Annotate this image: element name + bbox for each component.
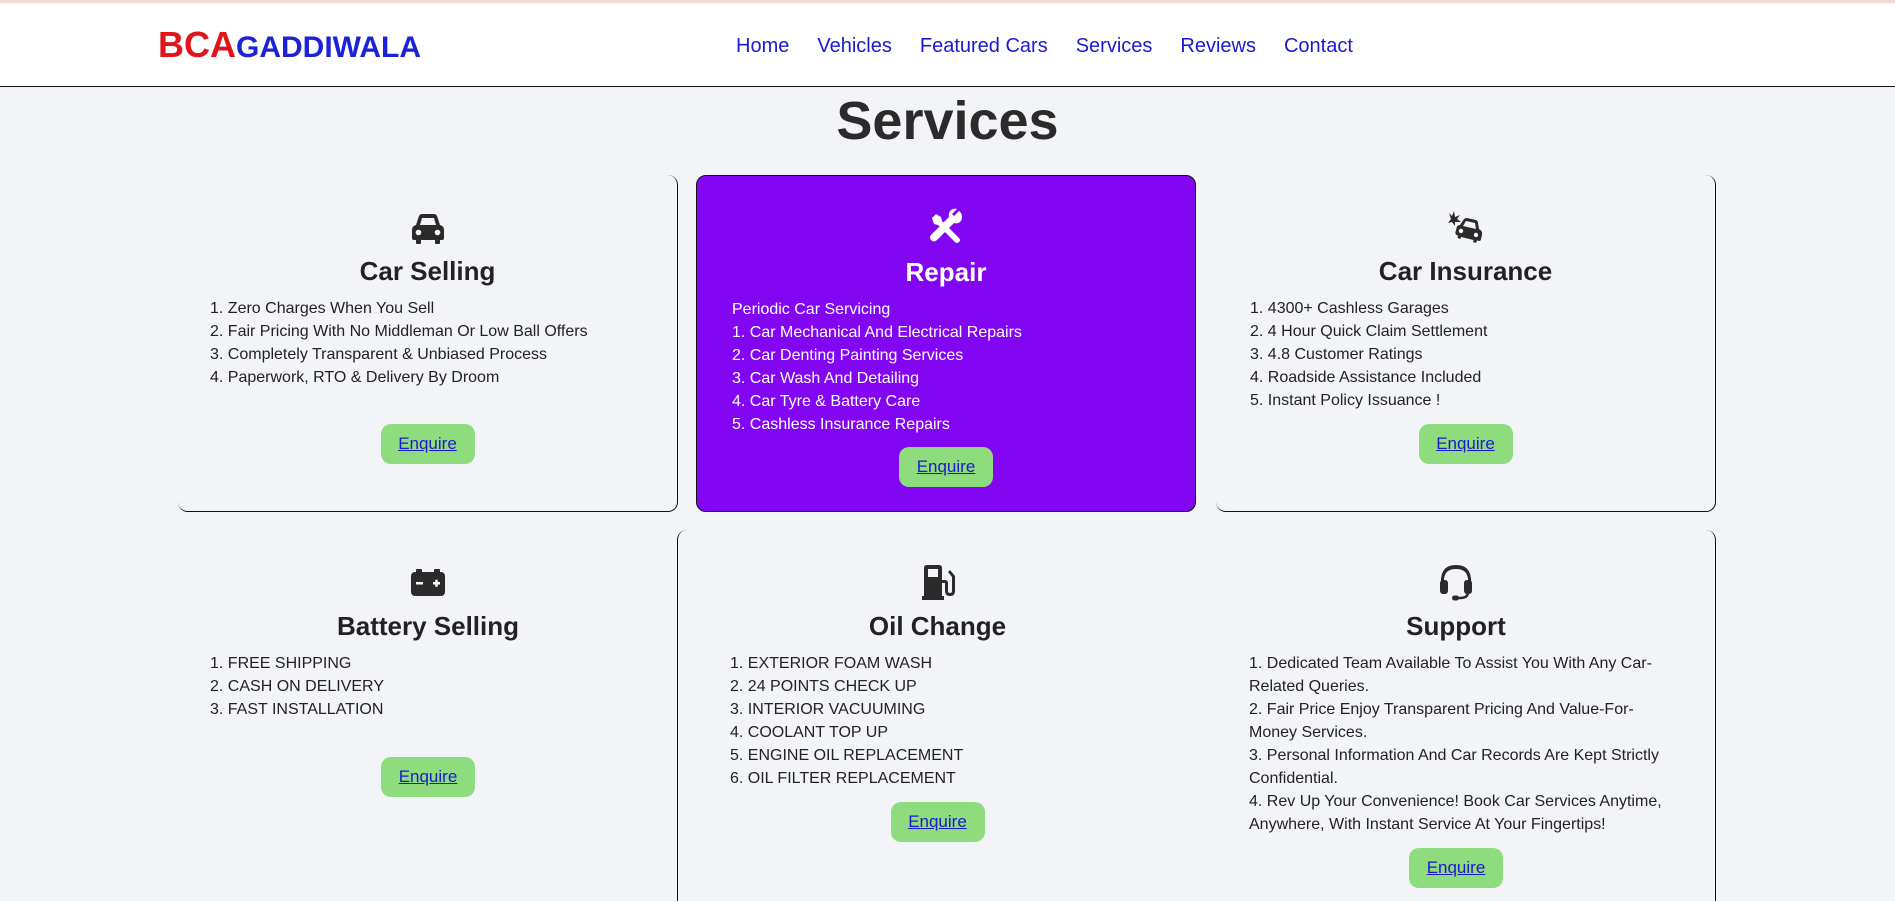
list-item: 1. Zero Charges When You Sell <box>210 300 435 317</box>
brand-logo[interactable]: BCAGADDIWALA <box>158 25 421 73</box>
list-item: 4. Rev Up Your Convenience! Book Car Ser… <box>1249 793 1662 833</box>
service-card-car-insurance: Car Insurance 1. 4300+ Cashless Garages … <box>1216 175 1716 512</box>
nav-services-link[interactable]: Services <box>1076 33 1153 59</box>
list-item: 3. 4.8 Customer Ratings <box>1250 346 1423 363</box>
enquire-button[interactable]: Enquire <box>1409 848 1503 888</box>
list-item: 3. Car Wash And Detailing <box>732 370 920 387</box>
nav-featured-cars-link[interactable]: Featured Cars <box>920 33 1048 59</box>
list-item: 5. Instant Policy Issuance ! <box>1250 392 1441 409</box>
gas-pump-icon <box>921 565 955 600</box>
card-title: Repair <box>905 257 987 287</box>
list-item: 1. Dedicated Team Available To Assist Yo… <box>1249 655 1652 695</box>
nav-vehicles-link[interactable]: Vehicles <box>817 33 892 59</box>
list-item: 2. 4 Hour Quick Claim Settlement <box>1250 323 1488 340</box>
card-title: Car Selling <box>359 256 496 286</box>
service-card-battery-selling: Battery Selling 1. FREE SHIPPING 2. CASH… <box>178 530 678 901</box>
feature-list: 1. 4300+ Cashless Garages 2. 4 Hour Quic… <box>1250 297 1685 412</box>
brand-logo-part1: BCA <box>158 24 236 65</box>
service-card-car-selling: Car Selling 1. Zero Charges When You Sel… <box>178 175 678 512</box>
nav-reviews-link[interactable]: Reviews <box>1180 33 1256 59</box>
list-item: 4. COOLANT TOP UP <box>730 724 888 741</box>
service-card-support: Support 1. Dedicated Team Available To A… <box>1197 530 1716 901</box>
list-item: 4. Roadside Assistance Included <box>1250 369 1482 386</box>
list-item: 3. FAST INSTALLATION <box>210 701 384 718</box>
list-item: 2. CASH ON DELIVERY <box>210 678 384 695</box>
list-item: 1. Car Mechanical And Electrical Repairs <box>732 324 1022 341</box>
nav-contact-link[interactable]: Contact <box>1284 33 1353 59</box>
list-item: 2. Car Denting Painting Services <box>732 347 964 364</box>
card-title: Support <box>1406 611 1506 641</box>
enquire-button[interactable]: Enquire <box>899 447 993 487</box>
enquire-button[interactable]: Enquire <box>381 757 475 797</box>
service-card-repair: Repair Periodic Car Servicing 1. Car Mec… <box>696 175 1196 512</box>
feature-list: 1. FREE SHIPPING 2. CASH ON DELIVERY 3. … <box>210 652 648 721</box>
list-item: 6. OIL FILTER REPLACEMENT <box>730 770 956 787</box>
list-item: 3. INTERIOR VACUUMING <box>730 701 926 718</box>
car-battery-icon <box>411 569 445 596</box>
headset-icon <box>1440 565 1472 601</box>
list-item: 1. 4300+ Cashless Garages <box>1250 300 1449 317</box>
nav-home-link[interactable]: Home <box>736 33 789 59</box>
enquire-button[interactable]: Enquire <box>380 424 475 464</box>
list-item: 4. Paperwork, RTO & Delivery By Droom <box>210 369 500 386</box>
list-item: 3. Completely Transparent & Unbiased Pro… <box>210 346 548 363</box>
card-title: Oil Change <box>868 611 1007 641</box>
list-item: 2. 24 POINTS CHECK UP <box>730 678 917 695</box>
enquire-button[interactable]: Enquire <box>890 802 985 842</box>
enquire-button[interactable]: Enquire <box>1418 424 1513 464</box>
list-item: 4. Car Tyre & Battery Care <box>732 393 921 410</box>
main-nav: Home Vehicles Featured Cars Services Rev… <box>736 33 1353 59</box>
list-item: 2. Fair Price Enjoy Transparent Pricing … <box>1249 701 1634 741</box>
feature-list: 1. EXTERIOR FOAM WASH 2. 24 POINTS CHECK… <box>730 652 1167 790</box>
feature-list: Periodic Car Servicing 1. Car Mechanical… <box>732 298 1165 436</box>
list-item: 2. Fair Pricing With No Middleman Or Low… <box>210 323 588 340</box>
list-item: 5. ENGINE OIL REPLACEMENT <box>730 747 964 764</box>
list-item: 1. FREE SHIPPING <box>210 655 352 672</box>
car-burst-icon <box>1447 211 1482 243</box>
list-item: 1. EXTERIOR FOAM WASH <box>730 655 933 672</box>
card-title: Car Insurance <box>1378 256 1553 286</box>
service-card-oil-change: Oil Change 1. EXTERIOR FOAM WASH 2. 24 P… <box>677 530 1197 901</box>
feature-list: 1. Zero Charges When You Sell 2. Fair Pr… <box>210 297 647 389</box>
list-item: 3. Personal Information And Car Records … <box>1249 747 1659 787</box>
feature-list: 1. Dedicated Team Available To Assist Yo… <box>1249 652 1675 836</box>
page-title: Services <box>836 91 1059 151</box>
car-icon <box>411 214 444 244</box>
list-item: Periodic Car Servicing <box>732 301 891 318</box>
tools-icon <box>930 208 962 243</box>
card-title: Battery Selling <box>336 611 520 641</box>
brand-logo-part2: GADDIWALA <box>236 31 421 64</box>
site-header: BCAGADDIWALA Home Vehicles Featured Cars… <box>0 3 1895 87</box>
list-item: 5. Cashless Insurance Repairs <box>732 416 950 433</box>
